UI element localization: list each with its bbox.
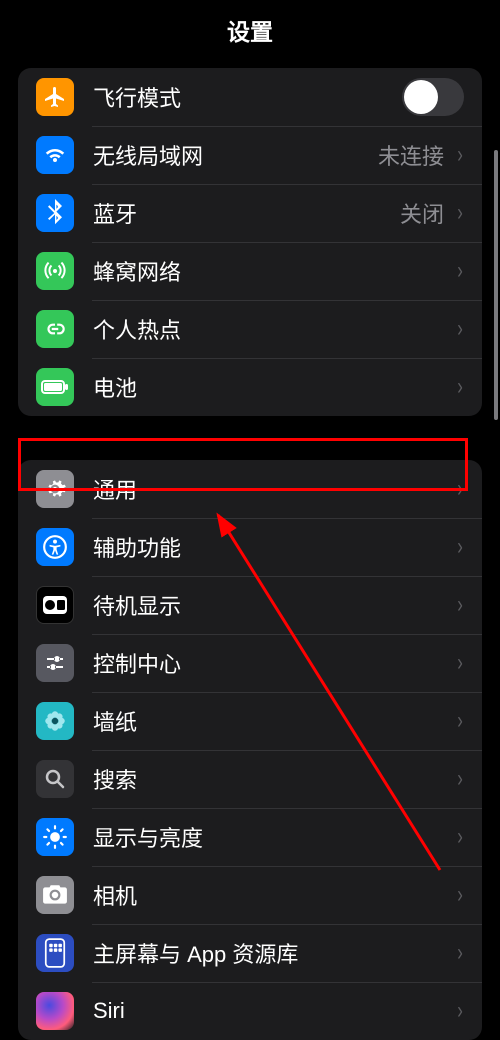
chevron-right-icon: › — [457, 939, 463, 967]
link-icon — [36, 310, 74, 348]
flower-icon — [36, 702, 74, 740]
chevron-right-icon: › — [457, 765, 463, 793]
row-label: 搜索 — [93, 763, 452, 795]
row-status: 关闭 — [400, 197, 444, 229]
row-label: 通用 — [93, 473, 452, 505]
row-label: 电池 — [93, 371, 452, 403]
row-label: 蜂窝网络 — [93, 255, 452, 287]
row-bluetooth[interactable]: 蓝牙 关闭 › — [18, 184, 482, 242]
row-homescreen[interactable]: 主屏幕与 App 资源库 › — [18, 924, 482, 982]
accessibility-icon — [36, 528, 74, 566]
chevron-right-icon: › — [457, 315, 463, 343]
row-camera[interactable]: 相机 › — [18, 866, 482, 924]
chevron-right-icon: › — [457, 199, 463, 227]
standby-icon — [36, 586, 74, 624]
row-search[interactable]: 搜索 › — [18, 750, 482, 808]
settings-group-system: 通用 › 辅助功能 › 待机显示 › 控制中心 › — [18, 460, 482, 1040]
row-general[interactable]: 通用 › — [18, 460, 482, 518]
antenna-icon — [36, 252, 74, 290]
chevron-right-icon: › — [457, 141, 463, 169]
settings-content: 飞行模式 无线局域网 未连接 › 蓝牙 关闭 › 蜂窝网络 › — [0, 60, 500, 1040]
airplane-icon — [36, 78, 74, 116]
row-airplane[interactable]: 飞行模式 — [18, 68, 482, 126]
camera-icon — [36, 876, 74, 914]
row-label: 待机显示 — [93, 589, 452, 621]
chevron-right-icon: › — [457, 533, 463, 561]
row-hotspot[interactable]: 个人热点 › — [18, 300, 482, 358]
gear-icon — [36, 470, 74, 508]
search-icon — [36, 760, 74, 798]
chevron-right-icon: › — [457, 707, 463, 735]
airplane-toggle[interactable] — [402, 78, 464, 116]
row-label: 主屏幕与 App 资源库 — [93, 937, 452, 969]
row-display[interactable]: 显示与亮度 › — [18, 808, 482, 866]
row-status: 未连接 — [378, 139, 444, 171]
row-label: 飞行模式 — [93, 81, 402, 113]
row-label: 控制中心 — [93, 647, 452, 679]
row-label: 无线局域网 — [93, 139, 378, 171]
grid-icon — [36, 934, 74, 972]
row-wifi[interactable]: 无线局域网 未连接 › — [18, 126, 482, 184]
chevron-right-icon: › — [457, 649, 463, 677]
row-standby[interactable]: 待机显示 › — [18, 576, 482, 634]
chevron-right-icon: › — [457, 591, 463, 619]
row-label: Siri — [93, 998, 452, 1024]
row-siri[interactable]: Siri › — [18, 982, 482, 1040]
row-label: 蓝牙 — [93, 197, 400, 229]
row-label: 相机 — [93, 879, 452, 911]
row-wallpaper[interactable]: 墙纸 › — [18, 692, 482, 750]
row-controlcenter[interactable]: 控制中心 › — [18, 634, 482, 692]
chevron-right-icon: › — [457, 373, 463, 401]
brightness-icon — [36, 818, 74, 856]
row-label: 墙纸 — [93, 705, 452, 737]
row-label: 个人热点 — [93, 313, 452, 345]
siri-icon — [36, 992, 74, 1030]
row-label: 显示与亮度 — [93, 821, 452, 853]
wifi-icon — [36, 136, 74, 174]
row-accessibility[interactable]: 辅助功能 › — [18, 518, 482, 576]
chevron-right-icon: › — [457, 997, 463, 1025]
sliders-icon — [36, 644, 74, 682]
chevron-right-icon: › — [457, 881, 463, 909]
battery-icon — [36, 368, 74, 406]
chevron-right-icon: › — [457, 475, 463, 503]
row-battery[interactable]: 电池 › — [18, 358, 482, 416]
bluetooth-icon — [36, 194, 74, 232]
row-label: 辅助功能 — [93, 531, 452, 563]
settings-group-connectivity: 飞行模式 无线局域网 未连接 › 蓝牙 关闭 › 蜂窝网络 › — [18, 68, 482, 416]
scroll-indicator[interactable] — [494, 150, 498, 420]
header: 设置 — [0, 0, 500, 60]
chevron-right-icon: › — [457, 257, 463, 285]
chevron-right-icon: › — [457, 823, 463, 851]
row-cellular[interactable]: 蜂窝网络 › — [18, 242, 482, 300]
page-title: 设置 — [227, 13, 273, 47]
